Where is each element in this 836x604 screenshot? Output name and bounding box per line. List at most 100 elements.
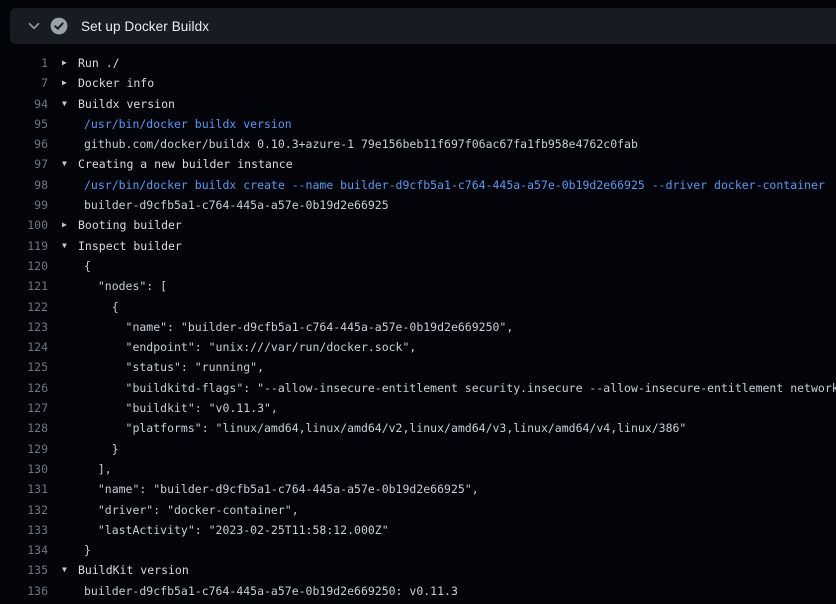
marker-spacer [48,459,84,479]
log-line: 95/usr/bin/docker buildx version [0,114,836,134]
line-number[interactable]: 98 [0,175,48,195]
output-text: "buildkit": "v0.11.3", [84,398,836,418]
marker-spacer [48,337,84,357]
log-line: 124 "endpoint": "unix:///var/run/docker.… [0,337,836,357]
line-number[interactable]: 129 [0,439,48,459]
group-title[interactable]: Run ./ [78,53,836,73]
marker-spacer [48,479,84,499]
marker-spacer [48,114,84,134]
triangle-collapsed-icon[interactable]: ▶ [48,215,78,235]
marker-spacer [48,357,84,377]
output-text: "name": "builder-d9cfb5a1-c764-445a-a57e… [84,317,836,337]
log-line: 121 "nodes": [ [0,276,836,296]
line-number[interactable]: 121 [0,276,48,296]
step-header[interactable]: Set up Docker Buildx [10,8,836,44]
line-number[interactable]: 134 [0,540,48,560]
line-number[interactable]: 97 [0,154,48,174]
log-line: 126 "buildkitd-flags": "--allow-insecure… [0,378,836,398]
line-number[interactable]: 1 [0,53,48,73]
log-line: 123 "name": "builder-d9cfb5a1-c764-445a-… [0,317,836,337]
output-text: "driver": "docker-container", [84,500,836,520]
line-number[interactable]: 122 [0,297,48,317]
marker-spacer [48,500,84,520]
output-text: "status": "running", [84,357,836,377]
log-group-row[interactable]: 1▶Run ./ [0,53,836,73]
command-text: /usr/bin/docker buildx create --name bui… [84,175,836,195]
line-number[interactable]: 127 [0,398,48,418]
log-line: 134} [0,540,836,560]
check-circle-icon [50,17,68,35]
line-number[interactable]: 133 [0,520,48,540]
triangle-expanded-icon[interactable]: ▼ [48,236,78,256]
triangle-collapsed-icon[interactable]: ▶ [48,73,78,93]
output-text: "buildkitd-flags": "--allow-insecure-ent… [84,378,836,398]
log-group-row[interactable]: 100▶Booting builder [0,215,836,235]
output-text: "lastActivity": "2023-02-25T11:58:12.000… [84,520,836,540]
log-group-row[interactable]: 97▼Creating a new builder instance [0,154,836,174]
marker-spacer [48,256,84,276]
log-line: 129 } [0,439,836,459]
group-title[interactable]: Creating a new builder instance [78,154,836,174]
line-number[interactable]: 125 [0,357,48,377]
log-line: 122 { [0,297,836,317]
line-number[interactable]: 94 [0,94,48,114]
log-line: 136builder-d9cfb5a1-c764-445a-a57e-0b19d… [0,581,836,601]
log-line: 127 "buildkit": "v0.11.3", [0,398,836,418]
marker-spacer [48,398,84,418]
output-text: github.com/docker/buildx 0.10.3+azure-1 … [84,134,836,154]
line-number[interactable]: 124 [0,337,48,357]
log-group-row[interactable]: 94▼Buildx version [0,94,836,114]
log-line: 132 "driver": "docker-container", [0,500,836,520]
log-group-row[interactable]: 119▼Inspect builder [0,236,836,256]
log-line: 131 "name": "builder-d9cfb5a1-c764-445a-… [0,479,836,499]
triangle-expanded-icon[interactable]: ▼ [48,94,78,114]
marker-spacer [48,317,84,337]
log-line: 98/usr/bin/docker buildx create --name b… [0,175,836,195]
output-text: "endpoint": "unix:///var/run/docker.sock… [84,337,836,357]
output-text: "platforms": "linux/amd64,linux/amd64/v2… [84,418,836,438]
marker-spacer [48,175,84,195]
chevron-down-icon[interactable] [26,18,42,34]
line-number[interactable]: 123 [0,317,48,337]
line-number[interactable]: 130 [0,459,48,479]
triangle-expanded-icon[interactable]: ▼ [48,154,78,174]
line-number[interactable]: 132 [0,500,48,520]
line-number[interactable]: 135 [0,560,48,580]
line-number[interactable]: 95 [0,114,48,134]
log-group-row[interactable]: 7▶Docker info [0,73,836,93]
line-number[interactable]: 136 [0,581,48,601]
output-text: builder-d9cfb5a1-c764-445a-a57e-0b19d2e6… [84,195,836,215]
marker-spacer [48,418,84,438]
line-number[interactable]: 96 [0,134,48,154]
output-text: ], [84,459,836,479]
marker-spacer [48,581,84,601]
group-title[interactable]: Buildx version [78,94,836,114]
line-number[interactable]: 126 [0,378,48,398]
line-number[interactable]: 100 [0,215,48,235]
line-number[interactable]: 128 [0,418,48,438]
step-title: Set up Docker Buildx [81,19,209,34]
group-title[interactable]: Inspect builder [78,236,836,256]
marker-spacer [48,439,84,459]
log-line: 120{ [0,256,836,276]
triangle-expanded-icon[interactable]: ▼ [48,560,78,580]
line-number[interactable]: 99 [0,195,48,215]
group-title[interactable]: Booting builder [78,215,836,235]
group-title[interactable]: Docker info [78,73,836,93]
marker-spacer [48,297,84,317]
log-line: 99 builder-d9cfb5a1-c764-445a-a57e-0b19d2… [0,195,836,215]
log-line: 96 github.com/docker/buildx 0.10.3+azure-… [0,134,836,154]
log-group-row[interactable]: 135▼BuildKit version [0,560,836,580]
line-number[interactable]: 119 [0,236,48,256]
output-text: } [84,540,836,560]
marker-spacer [48,134,84,154]
log-line: 128 "platforms": "linux/amd64,linux/amd6… [0,418,836,438]
line-number[interactable]: 120 [0,256,48,276]
line-number[interactable]: 131 [0,479,48,499]
log-output: 1▶Run ./7▶Docker info94▼Buildx version95… [0,44,836,601]
line-number[interactable]: 7 [0,73,48,93]
triangle-collapsed-icon[interactable]: ▶ [48,53,78,73]
marker-spacer [48,276,84,296]
marker-spacer [48,378,84,398]
group-title[interactable]: BuildKit version [78,560,836,580]
